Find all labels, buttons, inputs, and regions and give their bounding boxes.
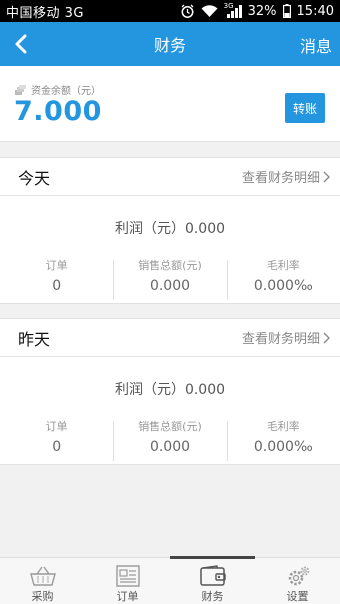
sales-total-stat: 销售总额(元) 0.000 [113,258,226,300]
transfer-button[interactable]: 转账 [285,93,325,123]
stat-label: 销售总额(元) [138,259,202,272]
coin-stack-icon [15,84,26,95]
clock: 15:40 [296,3,334,19]
messages-button[interactable]: 消息 [300,33,332,57]
chevron-right-icon [323,171,330,182]
tab-orders[interactable]: 订单 [85,558,170,604]
stat-label: 毛利率 [266,259,300,272]
bottom-tab-bar: 采购 订单 财务 设置 [0,556,340,604]
orders-stat: 订单 0 [0,419,113,461]
stat-value: 0.000‰ [253,439,313,455]
gear-icon [288,566,309,586]
signal-icon: 3G [224,2,242,18]
stat-label: 销售总额(元) [138,420,202,433]
status-bar: 中国移动 3G 3G 32% 15:40 [0,0,340,22]
today-summary-card: 今天 查看财务明细 利润（元）0.000 订单 0 销售总额(元) 0.000 毛利… [0,157,340,304]
profit-line: 利润（元）0.000 [114,221,226,237]
order-list-icon [115,565,140,587]
alarm-icon [181,4,194,18]
tab-label: 采购 [31,590,54,603]
view-details-link[interactable]: 查看财务明细 [242,328,330,347]
stat-value: 0 [52,439,62,455]
carrier-name: 中国移动 3G [6,5,84,21]
battery-percent: 32% [247,3,277,19]
view-details-link[interactable]: 查看财务明细 [242,167,330,186]
balance-panel: 资金余额（元） 7.000 转账 [0,66,340,142]
orders-stat: 订单 0 [0,258,113,300]
stat-value: 0.000 [149,278,191,294]
stat-value: 0.000‰ [253,278,313,294]
tab-settings[interactable]: 设置 [255,558,340,604]
tab-finance[interactable]: 财务 [170,556,255,604]
wifi-icon [201,4,218,17]
sales-total-stat: 销售总额(元) 0.000 [113,419,226,461]
basket-icon [29,566,56,586]
stat-value: 0 [52,278,62,294]
stat-value: 0.000 [149,439,191,455]
stat-label: 订单 [45,259,68,272]
tab-label: 订单 [116,590,139,603]
view-details-label: 查看财务明细 [241,171,320,186]
day-label: 今天 [18,168,51,188]
balance-label: 资金余额（元） [31,86,101,97]
profit-line: 利润（元）0.000 [114,382,226,398]
tab-label: 设置 [286,590,309,603]
gross-margin-stat: 毛利率 0.000‰ [226,419,340,461]
nav-bar: 财务 消息 [0,22,340,66]
back-arrow-icon[interactable] [10,32,34,56]
tab-label: 财务 [201,590,224,603]
tab-purchase[interactable]: 采购 [0,558,85,604]
balance-amount: 7.000 [14,96,102,127]
yesterday-summary-card: 昨天 查看财务明细 利润（元）0.000 订单 0 销售总额(元) 0.000 毛利… [0,318,340,465]
chevron-right-icon [323,332,330,343]
battery-icon [282,4,291,18]
view-details-label: 查看财务明细 [241,332,320,347]
gross-margin-stat: 毛利率 0.000‰ [226,258,340,300]
stat-label: 毛利率 [266,420,300,433]
stat-label: 订单 [45,420,68,433]
page-title: 财务 [153,36,186,55]
day-label: 昨天 [18,329,51,349]
wallet-icon [199,565,226,586]
